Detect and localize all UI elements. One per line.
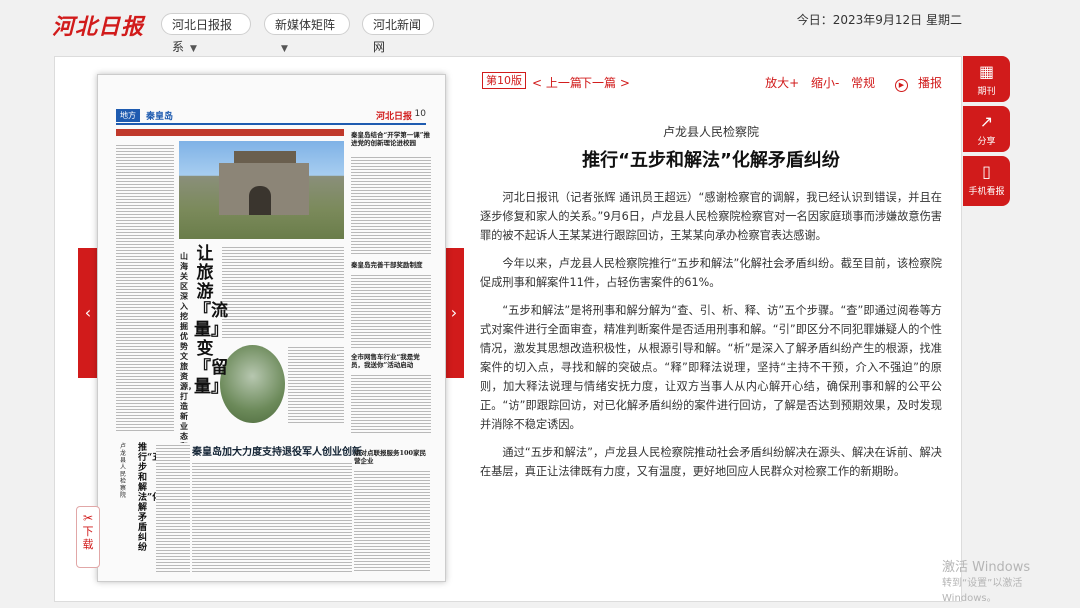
download-button[interactable]: ✂ 下载 bbox=[76, 506, 100, 568]
mobile-reading-button[interactable]: ▯ 手机看报 bbox=[963, 156, 1010, 206]
chevron-down-icon: ▼ bbox=[190, 44, 197, 54]
chevron-right-icon: › bbox=[450, 303, 458, 322]
red-banner bbox=[116, 129, 344, 136]
article-photo-people[interactable] bbox=[220, 345, 285, 423]
right-column-text-1 bbox=[351, 155, 431, 255]
bottom-left-text bbox=[156, 443, 190, 573]
newspaper-page[interactable]: 地方 秦皇岛 河北日报 10 让旅游『流量』变『留量』 山海关区深入挖掘优势文旅… bbox=[97, 74, 446, 582]
right-sidebar: ▦ 期刊 ↗ 分享 ▯ 手机看报 bbox=[963, 56, 1010, 206]
mobile-icon: ▯ bbox=[982, 162, 991, 181]
prev-page-button[interactable]: ‹ bbox=[78, 248, 98, 378]
windows-activation-hint: 转到“设置”以激活 Windows。 bbox=[942, 578, 1023, 604]
article-paragraph: 通过“五步和解法”，卢龙县人民检察院推动社会矛盾纠纷解决在源头、解决在诉前、解决… bbox=[480, 446, 942, 478]
header-rule bbox=[116, 123, 426, 125]
middle-column-text bbox=[222, 245, 344, 340]
edition-badge[interactable]: 第10版 bbox=[482, 72, 526, 89]
section-name: 秦皇岛 bbox=[146, 112, 174, 122]
right-headline-1[interactable]: 秦皇岛结合“开学第一课”推进党的创新理论进校园 bbox=[351, 131, 431, 147]
play-button[interactable]: ▶ 播报 bbox=[887, 76, 942, 92]
share-label: 分享 bbox=[977, 137, 996, 147]
scissors-icon: ✂ bbox=[82, 511, 94, 525]
chevron-down-icon: ▼ bbox=[281, 44, 288, 54]
middle-column-text-2 bbox=[288, 345, 344, 425]
section-tag: 地方 bbox=[116, 109, 140, 122]
site-logo[interactable]: 河北日报 bbox=[52, 9, 144, 41]
article-photo-gate[interactable] bbox=[179, 141, 344, 239]
nav-label: 新媒体矩阵 bbox=[275, 18, 336, 32]
next-article-link[interactable]: 下一篇 > bbox=[580, 74, 630, 91]
article-subtitle: 卢龙县人民检察院 bbox=[662, 125, 759, 139]
play-icon: ▶ bbox=[894, 79, 908, 92]
periodical-button[interactable]: ▦ 期刊 bbox=[963, 56, 1010, 102]
next-page-button[interactable]: › bbox=[444, 248, 464, 378]
nav-hebei-daily-group[interactable]: 河北日报报系 ▼ bbox=[161, 13, 251, 54]
left-column-text bbox=[116, 143, 174, 433]
article-title: 推行“五步和解法”化解矛盾纠纷 bbox=[582, 150, 840, 171]
bottom-column-text bbox=[192, 461, 352, 573]
right-column-text-2 bbox=[351, 273, 431, 348]
article-paragraph: 河北日报讯（记者张辉 通讯员王超远）“感谢检察官的调解，我已经认识到错误，并且在… bbox=[480, 191, 942, 242]
nav-hebei-news-net[interactable]: 河北新闻网 bbox=[362, 13, 434, 54]
share-icon: ↗ bbox=[979, 112, 994, 131]
zoom-in-button[interactable]: 放大+ bbox=[765, 76, 799, 90]
article-body: 河北日报讯（记者张辉 通讯员王超远）“感谢检察官的调解，我已经认识到错误，并且在… bbox=[480, 188, 942, 490]
main-headline[interactable]: 让旅游『流量』变『留量』 bbox=[194, 245, 228, 397]
play-label: 播报 bbox=[917, 76, 942, 90]
article-toolbar: 第10版 < 上一篇 下一篇 > 放大+ 缩小- 常规 ▶ 播报 bbox=[480, 70, 942, 92]
nav-label: 河北日报报系 bbox=[172, 18, 233, 54]
article-paragraph: 今年以来，卢龙县人民检察院推行“五步和解法”化解社会矛盾纠纷。截至目前，该检察院… bbox=[480, 257, 942, 289]
page-number: 10 bbox=[414, 109, 426, 119]
article-paragraph: “五步和解法”是将刑事和解分解为“查、引、析、释、访”五个步骤。“查”即通过阅卷… bbox=[480, 304, 942, 431]
right-column-text-3 bbox=[351, 373, 431, 433]
calendar-icon: ▦ bbox=[978, 62, 995, 81]
periodical-label: 期刊 bbox=[977, 87, 996, 97]
prev-article-link[interactable]: < 上一篇 bbox=[532, 74, 582, 91]
bottom-right-headline[interactable]: 点对点联报服务100家民营企业 bbox=[354, 449, 430, 465]
bottom-headline[interactable]: 秦皇岛加大力度支持退役军人创业创新 bbox=[192, 443, 362, 458]
mobile-label: 手机看报 bbox=[968, 187, 1005, 197]
nav-new-media-matrix[interactable]: 新媒体矩阵 ▼ bbox=[264, 13, 350, 54]
right-headline-2[interactable]: 秦皇岛完善干部奖励制度 bbox=[351, 261, 431, 269]
chevron-left-icon: ‹ bbox=[84, 303, 92, 322]
bottom-right-text bbox=[354, 469, 430, 573]
bottom-left-subhead: 卢龙县人民检察院 bbox=[120, 443, 127, 499]
current-date: 今日：2023年9月12日 星期二 bbox=[796, 13, 962, 27]
share-button[interactable]: ↗ 分享 bbox=[963, 106, 1010, 152]
nav-label: 河北新闻网 bbox=[373, 18, 422, 54]
photo-gate bbox=[249, 186, 271, 215]
bottom-left-headline[interactable]: 推行“五步和解法”化解矛盾纠纷 bbox=[138, 443, 161, 553]
text-tools: 放大+ 缩小- 常规 ▶ 播报 bbox=[757, 74, 942, 92]
top-bar: 河北日报 河北日报报系 ▼ 新媒体矩阵▼ 河北新闻网 今日：2023年9月12日 … bbox=[0, 0, 1080, 54]
page-header: 地方 秦皇岛 河北日报 10 bbox=[116, 109, 426, 123]
zoom-out-button[interactable]: 缩小- bbox=[811, 76, 839, 90]
normal-size-button[interactable]: 常规 bbox=[851, 76, 875, 90]
page-logo: 河北日报 bbox=[375, 112, 412, 122]
download-label: 下载 bbox=[82, 525, 94, 551]
right-headline-3[interactable]: 全市网售车行业“我是党员，我送你”活动启动 bbox=[351, 353, 431, 369]
windows-activation-watermark: 激活 Windows bbox=[942, 560, 1031, 575]
